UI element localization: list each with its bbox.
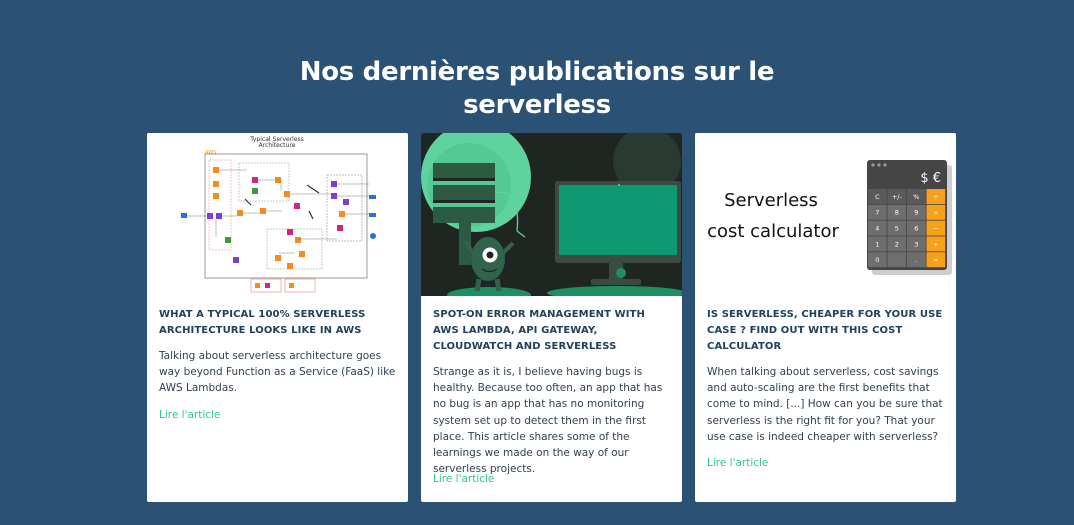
section-title: Nos dernières publications sur le server… bbox=[0, 56, 1074, 122]
article-card[interactable]: Typical Serverless Architecture AWS WHAT… bbox=[147, 133, 408, 502]
calculator-key-label: 3 bbox=[914, 240, 918, 248]
section-title-line1: Nos dernières publications sur le bbox=[299, 56, 775, 87]
article-excerpt: When talking about serverless, cost savi… bbox=[707, 366, 943, 443]
calculator-key-label: 6 bbox=[914, 225, 918, 233]
calculator-key-label: 8 bbox=[895, 209, 899, 217]
error-monster-illustration bbox=[421, 133, 682, 296]
article-title[interactable]: SPOT-ON ERROR MANAGEMENT WITH AWS LAMBDA… bbox=[433, 307, 673, 355]
cost-calculator-image: Serverless cost calculator $ € C +/-% ÷ 7 8 9… bbox=[695, 133, 956, 296]
calculator-label-line1: Serverless bbox=[724, 190, 818, 211]
article-title[interactable]: WHAT A TYPICAL 100% SERVERLESS ARCHITECT… bbox=[159, 307, 399, 339]
article-excerpt: Strange as it is, I believe having bugs … bbox=[433, 366, 663, 476]
read-article-link[interactable]: Lire l'article bbox=[159, 409, 220, 421]
calculator-key-label: C bbox=[875, 193, 880, 201]
article-thumbnail-cost-calculator[interactable]: Serverless cost calculator $ € C +/-% ÷ 7 8 9… bbox=[695, 133, 956, 296]
calculator-key-label: 1 bbox=[875, 240, 879, 248]
calculator-key-label: + bbox=[933, 240, 938, 248]
article-card[interactable]: SPOT-ON ERROR MANAGEMENT WITH AWS LAMBDA… bbox=[421, 133, 682, 502]
article-title[interactable]: IS SERVERLESS, CHEAPER FOR YOUR USE CASE… bbox=[707, 307, 947, 355]
calculator-key-label: 9 bbox=[914, 209, 918, 217]
calculator-key-label: 0 bbox=[875, 256, 879, 264]
calculator-key-label: +/- bbox=[892, 193, 903, 201]
article-thumbnail-architecture-diagram[interactable]: Typical Serverless Architecture AWS bbox=[147, 133, 408, 296]
calculator-label-line2: cost calculator bbox=[707, 221, 839, 242]
calculator-display: $ € bbox=[920, 171, 941, 186]
calculator-key-label: × bbox=[933, 209, 938, 217]
diagram-aws-badge: AWS bbox=[205, 150, 216, 156]
calculator-key-label: 4 bbox=[875, 225, 879, 233]
article-card[interactable]: Serverless cost calculator $ € C +/-% ÷ 7 8 9… bbox=[695, 133, 956, 502]
section-title-line2: serverless bbox=[463, 89, 611, 120]
calculator-key-label: 7 bbox=[875, 209, 879, 217]
calculator-key-label: . bbox=[915, 256, 917, 264]
calculator-key-label: 5 bbox=[895, 225, 899, 233]
calculator-key bbox=[887, 252, 907, 268]
calculator-key-label: % bbox=[913, 193, 919, 201]
read-article-link[interactable]: Lire l'article bbox=[433, 473, 494, 485]
read-article-link[interactable]: Lire l'article bbox=[707, 457, 768, 469]
calculator-key-label: = bbox=[933, 256, 938, 264]
architecture-diagram-image: Typical Serverless Architecture AWS bbox=[147, 133, 408, 296]
calculator-key-label: 2 bbox=[895, 240, 899, 248]
diagram-title-line2: Architecture bbox=[259, 142, 296, 149]
article-excerpt: Talking about serverless architecture go… bbox=[159, 350, 396, 395]
calculator-key-label: ÷ bbox=[933, 193, 938, 201]
calculator-key-label: − bbox=[933, 225, 938, 233]
article-thumbnail-error-monster[interactable] bbox=[421, 133, 682, 296]
